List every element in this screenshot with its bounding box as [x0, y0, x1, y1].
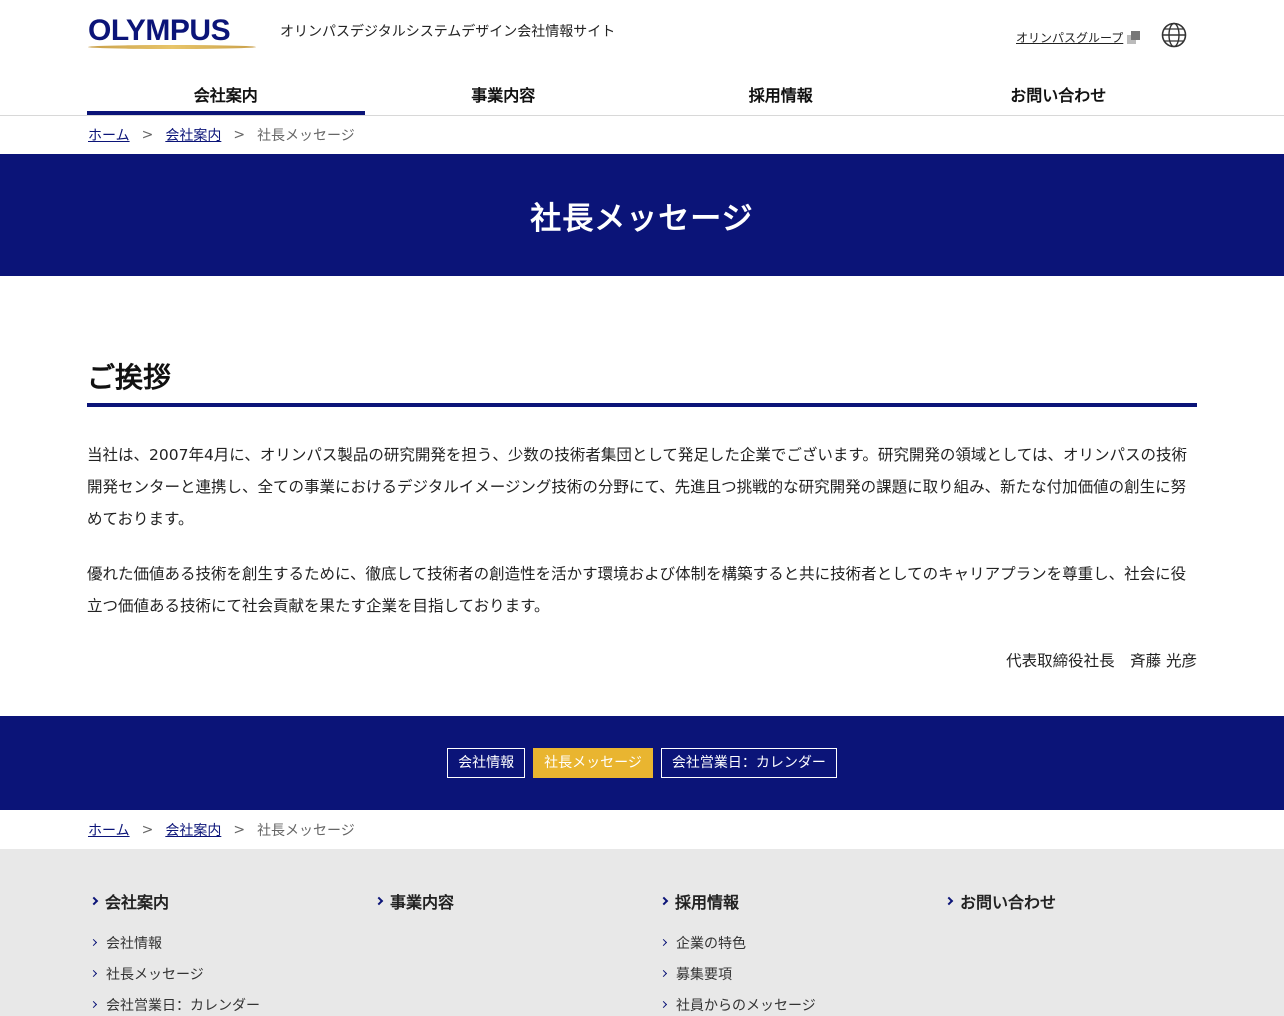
- footer-heading-label: 事業内容: [390, 893, 455, 912]
- footer-link-label: 社長メッセージ: [106, 966, 204, 983]
- chevron-right-icon: [89, 938, 98, 947]
- footer-heading-business[interactable]: 事業内容: [372, 889, 642, 913]
- chevron-right-icon: [89, 969, 98, 978]
- nav-divider: [0, 115, 1284, 116]
- chevron-right-icon: [944, 896, 954, 906]
- chevron-right-icon: [659, 896, 669, 906]
- breadcrumb-home[interactable]: ホーム: [88, 125, 130, 145]
- footer-heading-label: お問い合わせ: [960, 893, 1057, 912]
- footer-link-features[interactable]: 企業の特色: [657, 927, 927, 958]
- breadcrumb-separator: >: [141, 127, 154, 143]
- group-link-label: オリンパスグループ: [1016, 31, 1124, 45]
- logo-swoosh: [88, 45, 256, 49]
- external-link-icon: [1127, 30, 1141, 45]
- localnav-president-message[interactable]: 社長メッセージ: [533, 748, 653, 778]
- footer-link-president-message[interactable]: 社長メッセージ: [87, 958, 357, 989]
- footer-link-employee-messages[interactable]: 社員からのメッセージ: [657, 989, 927, 1016]
- chevron-right-icon: [89, 896, 99, 906]
- olympus-logo[interactable]: OLYMPUS: [88, 16, 256, 50]
- footer-heading-recruit[interactable]: 採用情報: [657, 889, 927, 913]
- footer-link-requirements[interactable]: 募集要項: [657, 958, 927, 989]
- local-nav: 会社情報 社長メッセージ 会社営業日：カレンダー: [0, 716, 1284, 810]
- breadcrumb-separator: >: [141, 822, 154, 838]
- localnav-calendar[interactable]: 会社営業日：カレンダー: [660, 748, 837, 778]
- global-nav: 会社案内 事業内容 採用情報 お問い合わせ: [87, 70, 1197, 115]
- chevron-right-icon: [89, 1000, 98, 1009]
- footer-col-business: 事業内容: [372, 889, 642, 927]
- site-footer: 会社案内 会社情報 社長メッセージ 会社営業日：カレンダー 事業内容 採用情報 …: [0, 849, 1284, 1016]
- localnav-company-info[interactable]: 会社情報: [447, 748, 526, 778]
- footer-link-label: 社員からのメッセージ: [676, 997, 816, 1014]
- president-signature: 代表取締役社長 斉藤 光彦: [1006, 652, 1197, 670]
- message-paragraph: 当社は、2007年4月に、オリンパス製品の研究開発を担う、少数の技術者集団として…: [87, 446, 1188, 528]
- message-paragraph: 優れた価値ある技術を創生するために、徹底して技術者の創造性を活かす環境および体制…: [87, 565, 1187, 615]
- chevron-right-icon: [374, 896, 384, 906]
- site-name: オリンパスデジタルシステムデザイン会社情報サイト: [280, 24, 616, 40]
- breadcrumb: ホーム > 会社案内 > 社長メッセージ: [88, 125, 355, 145]
- footer-heading-contact[interactable]: お問い合わせ: [942, 889, 1212, 913]
- logo-text: OLYMPUS: [88, 14, 231, 47]
- section-title: ご挨拶: [87, 361, 172, 394]
- footer-col-company: 会社案内 会社情報 社長メッセージ 会社営業日：カレンダー: [87, 889, 357, 1016]
- page-hero: 社長メッセージ: [0, 154, 1284, 276]
- section-underline: [87, 403, 1197, 407]
- globe-icon[interactable]: [1161, 22, 1187, 48]
- chevron-right-icon: [659, 969, 668, 978]
- footer-link-label: 企業の特色: [676, 935, 746, 952]
- footer-col-recruit: 採用情報 企業の特色 募集要項 社員からのメッセージ: [657, 889, 927, 1016]
- breadcrumb-current: 社長メッセージ: [257, 128, 355, 144]
- footer-heading-label: 採用情報: [675, 893, 740, 912]
- breadcrumb-company[interactable]: 会社案内: [165, 820, 221, 840]
- footer-link-label: 募集要項: [676, 966, 732, 983]
- footer-link-label: 会社情報: [106, 935, 162, 952]
- chevron-right-icon: [659, 1000, 668, 1009]
- breadcrumb-separator: >: [233, 127, 246, 143]
- gnav-contact[interactable]: お問い合わせ: [920, 70, 1198, 115]
- breadcrumb-separator: >: [233, 822, 246, 838]
- chevron-right-icon: [659, 938, 668, 947]
- breadcrumb-company[interactable]: 会社案内: [165, 125, 221, 145]
- site-header: OLYMPUS オリンパスデジタルシステムデザイン会社情報サイト オリンパスグル…: [0, 0, 1284, 70]
- gnav-business[interactable]: 事業内容: [365, 70, 643, 115]
- breadcrumb-current: 社長メッセージ: [257, 823, 355, 839]
- gnav-recruit[interactable]: 採用情報: [642, 70, 920, 115]
- footer-heading-label: 会社案内: [105, 893, 170, 912]
- footer-col-contact: お問い合わせ: [942, 889, 1212, 927]
- footer-link-label: 会社営業日：カレンダー: [106, 997, 260, 1014]
- breadcrumb-home[interactable]: ホーム: [88, 820, 130, 840]
- gnav-company[interactable]: 会社案内: [87, 70, 365, 115]
- footer-link-calendar[interactable]: 会社営業日：カレンダー: [87, 989, 357, 1016]
- olympus-group-link[interactable]: オリンパスグループ: [1016, 29, 1141, 46]
- page-title: 社長メッセージ: [530, 200, 754, 237]
- footer-link-company-info[interactable]: 会社情報: [87, 927, 357, 958]
- breadcrumb-bottom: ホーム > 会社案内 > 社長メッセージ: [88, 820, 355, 840]
- footer-heading-company[interactable]: 会社案内: [87, 889, 357, 913]
